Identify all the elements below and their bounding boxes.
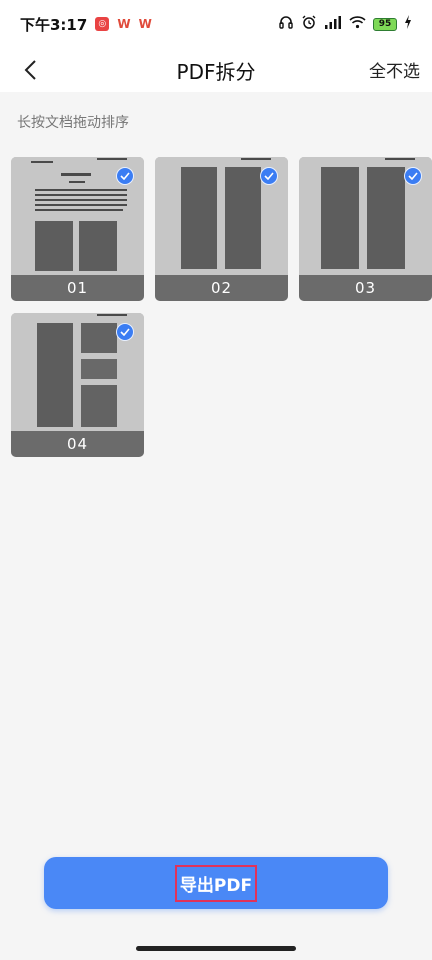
page-thumbnail-1[interactable]: 01	[11, 157, 144, 301]
export-pdf-label: 导出PDF	[174, 864, 258, 902]
chevron-left-icon	[24, 60, 36, 80]
back-button[interactable]	[14, 54, 46, 86]
page-thumbnail-2[interactable]: 02	[155, 157, 288, 301]
deselect-all-button[interactable]: 全不选	[369, 57, 420, 82]
export-pdf-button[interactable]: 导出PDF	[44, 857, 388, 909]
headphones-icon	[278, 14, 294, 34]
status-left: 下午3:17 ◎ W W	[20, 14, 152, 35]
selected-check-icon[interactable]	[260, 167, 278, 185]
page-thumbnail-3[interactable]: 03	[299, 157, 432, 301]
alarm-icon	[301, 14, 317, 34]
status-time: 下午3:17	[20, 15, 88, 34]
battery-icon: 95	[373, 17, 397, 31]
status-bar: 下午3:17 ◎ W W 95	[0, 0, 432, 48]
notification-app-icon: ◎	[95, 17, 110, 31]
page-title: PDF拆分	[176, 59, 256, 84]
wifi-icon	[349, 15, 366, 33]
signal-icon	[324, 15, 342, 33]
page-number-label: 03	[299, 275, 432, 301]
sort-hint: 长按文档拖动排序	[17, 115, 129, 131]
page-number-label: 01	[11, 275, 144, 301]
selected-check-icon[interactable]	[116, 323, 134, 341]
page-number-label: 04	[11, 431, 144, 457]
page-thumbnail-4[interactable]: 04	[11, 313, 144, 457]
app-header: PDF拆分 全不选	[0, 48, 432, 92]
wps-notification-icon: W	[117, 17, 131, 31]
status-right: 95	[278, 14, 412, 34]
page-number-label: 02	[155, 275, 288, 301]
selected-check-icon[interactable]	[116, 167, 134, 185]
selected-check-icon[interactable]	[404, 167, 422, 185]
charging-icon	[404, 15, 412, 33]
wps-notification-icon-2: W	[138, 17, 152, 31]
home-indicator[interactable]	[136, 946, 296, 951]
